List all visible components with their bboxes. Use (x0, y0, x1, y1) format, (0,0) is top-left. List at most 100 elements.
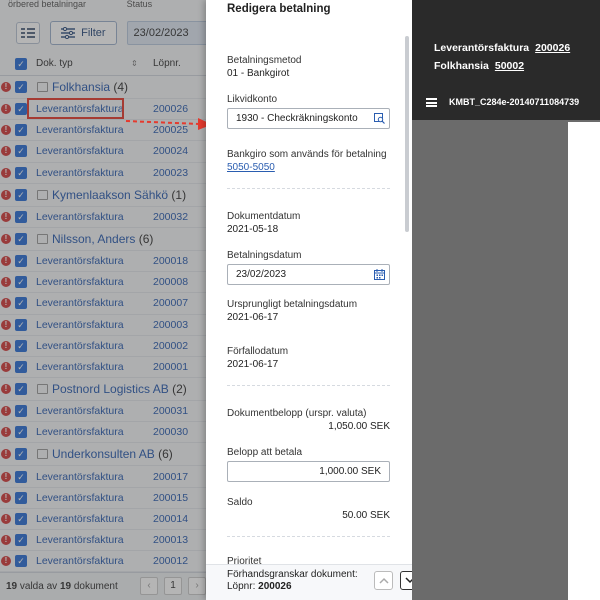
lopnr-link[interactable]: 200017 (153, 471, 188, 483)
row-checkbox[interactable]: ✓ (15, 210, 27, 223)
lopnr-link[interactable]: 200024 (153, 145, 188, 157)
doc-type-link[interactable]: Leverantörsfaktura (36, 167, 124, 179)
row-checkbox[interactable]: ✓ (15, 383, 27, 396)
row-checkbox[interactable]: ✓ (15, 339, 27, 352)
table-row[interactable]: ! ✓ Leverantörsfaktura 200001 (0, 357, 210, 379)
row-checkbox[interactable]: ✓ (15, 124, 27, 137)
doc-type-link[interactable]: Leverantörsfaktura (36, 534, 124, 546)
calendar-icon[interactable] (374, 269, 385, 280)
table-row[interactable]: ! ✓ Leverantörsfaktura 200032 (0, 207, 210, 228)
group-name[interactable]: Folkhansia (4) (52, 80, 128, 94)
tab-status[interactable]: Status (127, 0, 153, 9)
next-page-button[interactable]: › (188, 577, 206, 595)
row-checkbox[interactable]: ✓ (15, 103, 27, 116)
row-checkbox[interactable]: ✓ (15, 470, 27, 483)
lopnr-link[interactable]: 200008 (153, 276, 188, 288)
previous-document-button[interactable] (374, 571, 393, 590)
row-checkbox[interactable]: ✓ (15, 512, 27, 525)
amount-to-pay-input[interactable]: 1,000.00 SEK (227, 461, 390, 482)
row-checkbox[interactable]: ✓ (15, 448, 27, 461)
column-header-lopnr[interactable]: Löpnr. (153, 58, 181, 69)
lopnr-link[interactable]: 200031 (153, 405, 188, 417)
table-row[interactable]: ! ✓ Leverantörsfaktura 200023 (0, 163, 210, 184)
previous-page-button[interactable]: ‹ (140, 577, 158, 595)
doc-type-link[interactable]: Leverantörsfaktura (36, 492, 124, 504)
cash-account-input[interactable]: 1930 - Checkräkningskonto (227, 108, 390, 129)
lopnr-link[interactable]: 200002 (153, 340, 188, 352)
lopnr-link[interactable]: 200001 (153, 361, 188, 373)
doc-type-link[interactable]: Leverantörsfaktura (36, 426, 124, 438)
group-name[interactable]: Underkonsulten AB (6) (52, 447, 173, 461)
lookup-icon[interactable] (374, 113, 385, 124)
group-name[interactable]: Kymenlaakson Sähkö (1) (52, 188, 186, 202)
row-checkbox[interactable]: ✓ (15, 360, 27, 373)
row-checkbox[interactable]: ✓ (15, 297, 27, 310)
row-checkbox[interactable]: ✓ (15, 81, 27, 93)
lopnr-link[interactable]: 200015 (153, 492, 188, 504)
group-name[interactable]: Postnord Logistics AB (2) (52, 382, 187, 396)
table-row[interactable]: ! ✓ Leverantörsfaktura 200002 (0, 336, 210, 357)
row-checkbox[interactable]: ✓ (15, 166, 27, 179)
lopnr-link[interactable]: 200018 (153, 255, 188, 267)
lopnr-link[interactable]: 200007 (153, 297, 188, 309)
lopnr-link[interactable]: 200012 (153, 555, 188, 567)
row-checkbox[interactable]: ✓ (15, 318, 27, 331)
group-name[interactable]: Nilsson, Anders (6) (52, 232, 153, 246)
lopnr-link[interactable]: 200013 (153, 534, 188, 546)
payment-date-input[interactable]: 23/02/2023 (227, 264, 390, 285)
tab-prepared-payments[interactable]: örbered betalningar (8, 0, 86, 9)
sort-icon[interactable]: ⇕ (131, 59, 138, 68)
row-checkbox[interactable]: ✓ (15, 405, 27, 418)
doc-type-link[interactable]: Leverantörsfaktura (36, 555, 124, 567)
document-page[interactable] (568, 122, 600, 600)
filter-button[interactable]: Filter (50, 21, 117, 45)
table-row[interactable]: ! ✓ Leverantörsfaktura 200030 (0, 422, 210, 444)
row-checkbox[interactable]: ✓ (15, 145, 27, 158)
row-checkbox[interactable]: ✓ (15, 232, 27, 245)
row-checkbox[interactable]: ✓ (15, 534, 27, 547)
lopnr-link[interactable]: 200032 (153, 211, 188, 223)
table-row[interactable]: ! ✓ Leverantörsfaktura 200017 (0, 466, 210, 488)
doc-type-link[interactable]: Leverantörsfaktura (36, 211, 124, 223)
table-row[interactable]: ! ✓ Leverantörsfaktura 200013 (0, 530, 210, 552)
lopnr-link[interactable]: 200023 (153, 167, 188, 179)
doc-type-link[interactable]: Leverantörsfaktura (36, 361, 124, 373)
table-row[interactable]: ! ✓ Leverantörsfaktura 200007 (0, 293, 210, 315)
list-view-button[interactable] (16, 22, 41, 44)
doc-type-link[interactable]: Leverantörsfaktura (36, 145, 124, 157)
table-row[interactable]: ! ✓ Leverantörsfaktura 200008 (0, 272, 210, 294)
panel-scrollbar[interactable] (405, 36, 409, 232)
group-row[interactable]: ! ✓ Kymenlaakson Sähkö (1) (0, 184, 210, 207)
lopnr-link[interactable]: 200030 (153, 426, 188, 438)
doc-type-link[interactable]: Leverantörsfaktura (36, 255, 124, 267)
row-checkbox[interactable]: ✓ (15, 491, 27, 504)
lopnr-link[interactable]: 200014 (153, 513, 188, 525)
doc-type-link[interactable]: Leverantörsfaktura (36, 276, 124, 288)
viewer-doc-number-link[interactable]: 200026 (535, 42, 570, 54)
table-row[interactable]: ! ✓ Leverantörsfaktura 200018 (0, 251, 210, 273)
column-header-doc-type[interactable]: Dok. typ (36, 58, 73, 69)
doc-type-link[interactable]: Leverantörsfaktura (36, 513, 124, 525)
select-all-checkbox[interactable]: ✓ (15, 57, 27, 70)
group-row[interactable]: ! ✓ Underkonsulten AB (6) (0, 443, 210, 467)
lopnr-link[interactable]: 200026 (153, 103, 188, 115)
doc-type-link[interactable]: Leverantörsfaktura (36, 405, 124, 417)
page-number-input[interactable]: 1 (164, 577, 182, 595)
row-checkbox[interactable]: ✓ (15, 188, 27, 201)
row-checkbox[interactable]: ✓ (15, 255, 27, 268)
table-row[interactable]: ! ✓ Leverantörsfaktura 200015 (0, 488, 210, 509)
group-row[interactable]: ! ✓ Postnord Logistics AB (2) (0, 378, 210, 402)
lopnr-link[interactable]: 200003 (153, 319, 188, 331)
menu-icon[interactable] (426, 97, 437, 107)
doc-type-link[interactable]: Leverantörsfaktura (36, 319, 124, 331)
doc-type-link[interactable]: Leverantörsfaktura (36, 297, 124, 309)
doc-type-link[interactable]: Leverantörsfaktura (36, 471, 124, 483)
group-row[interactable]: ! ✓ Folkhansia (4) (0, 76, 210, 99)
row-checkbox[interactable]: ✓ (15, 276, 27, 289)
row-checkbox[interactable]: ✓ (15, 555, 27, 568)
bankgiro-link[interactable]: 5050-5050 (227, 162, 390, 173)
table-row[interactable]: ! ✓ Leverantörsfaktura 200031 (0, 401, 210, 423)
viewer-supplier-number-link[interactable]: 50002 (495, 60, 524, 72)
table-row[interactable]: ! ✓ Leverantörsfaktura 200012 (0, 551, 210, 573)
table-row[interactable]: ! ✓ Leverantörsfaktura 200003 (0, 315, 210, 336)
